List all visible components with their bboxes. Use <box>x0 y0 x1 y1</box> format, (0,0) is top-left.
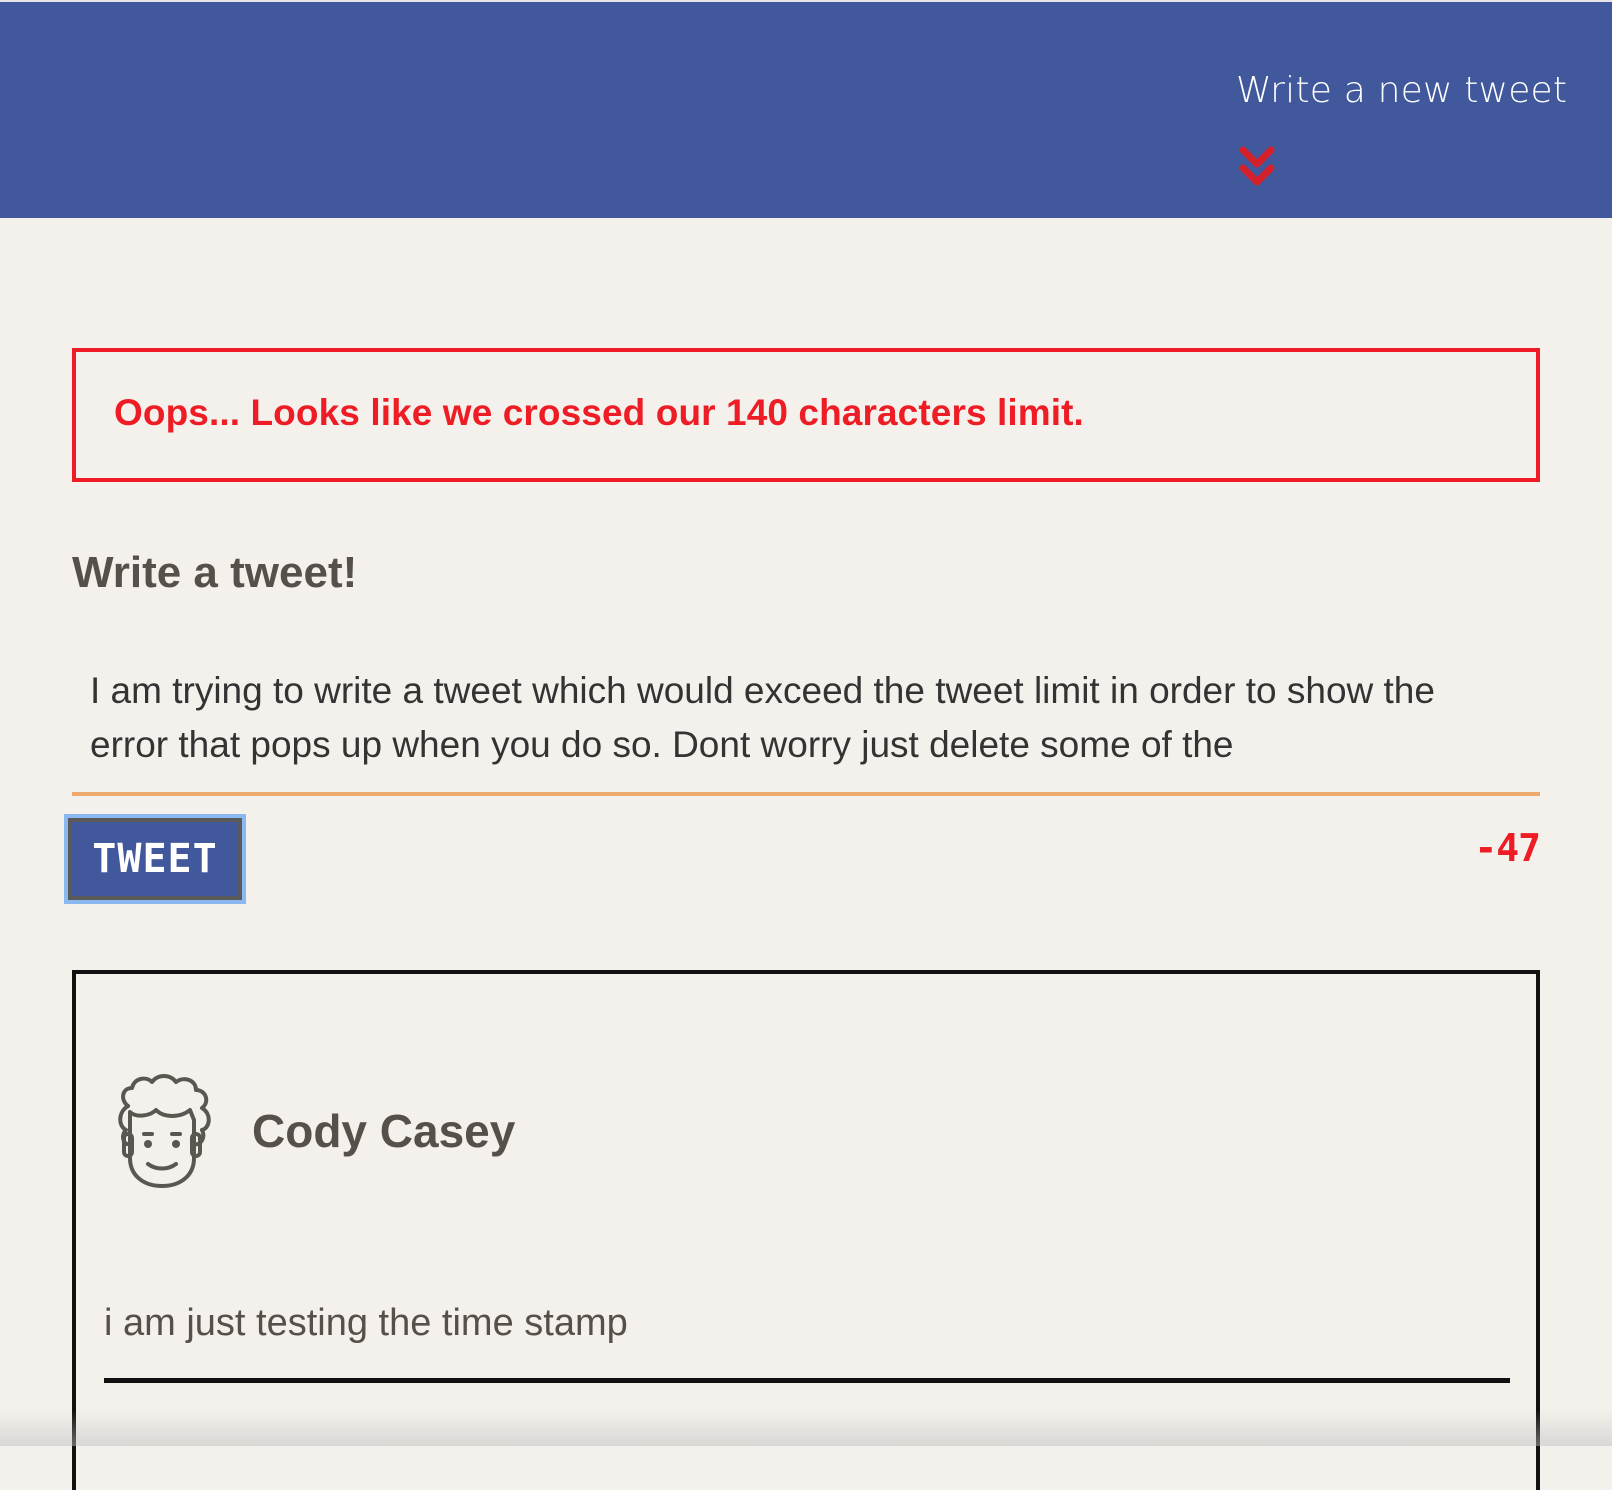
top-navbar: Write a new tweet <box>0 0 1612 218</box>
double-chevron-down-icon[interactable] <box>1239 144 1275 190</box>
curly-hair-face-avatar-icon <box>118 1074 211 1188</box>
compose-toggle[interactable]: Write a new tweet <box>1236 70 1568 186</box>
tweet-textarea[interactable]: I am trying to write a tweet which would… <box>72 664 1540 796</box>
tweet-author-name: Cody Casey <box>252 1105 516 1157</box>
error-message-box: Oops... Looks like we crossed our 140 ch… <box>72 348 1540 482</box>
tweet-divider <box>104 1378 1510 1383</box>
window-bottom-shadow <box>0 1410 1612 1446</box>
compose-toggle-label: Write a new tweet <box>1236 70 1568 111</box>
error-message: Oops... Looks like we crossed our 140 ch… <box>114 392 1084 433</box>
tweet-content: i am just testing the time stamp <box>104 1302 628 1344</box>
character-counter: -47 <box>1474 826 1541 870</box>
compose-title: Write a tweet! <box>72 548 358 597</box>
tweet-button[interactable]: TWEET <box>64 814 246 904</box>
